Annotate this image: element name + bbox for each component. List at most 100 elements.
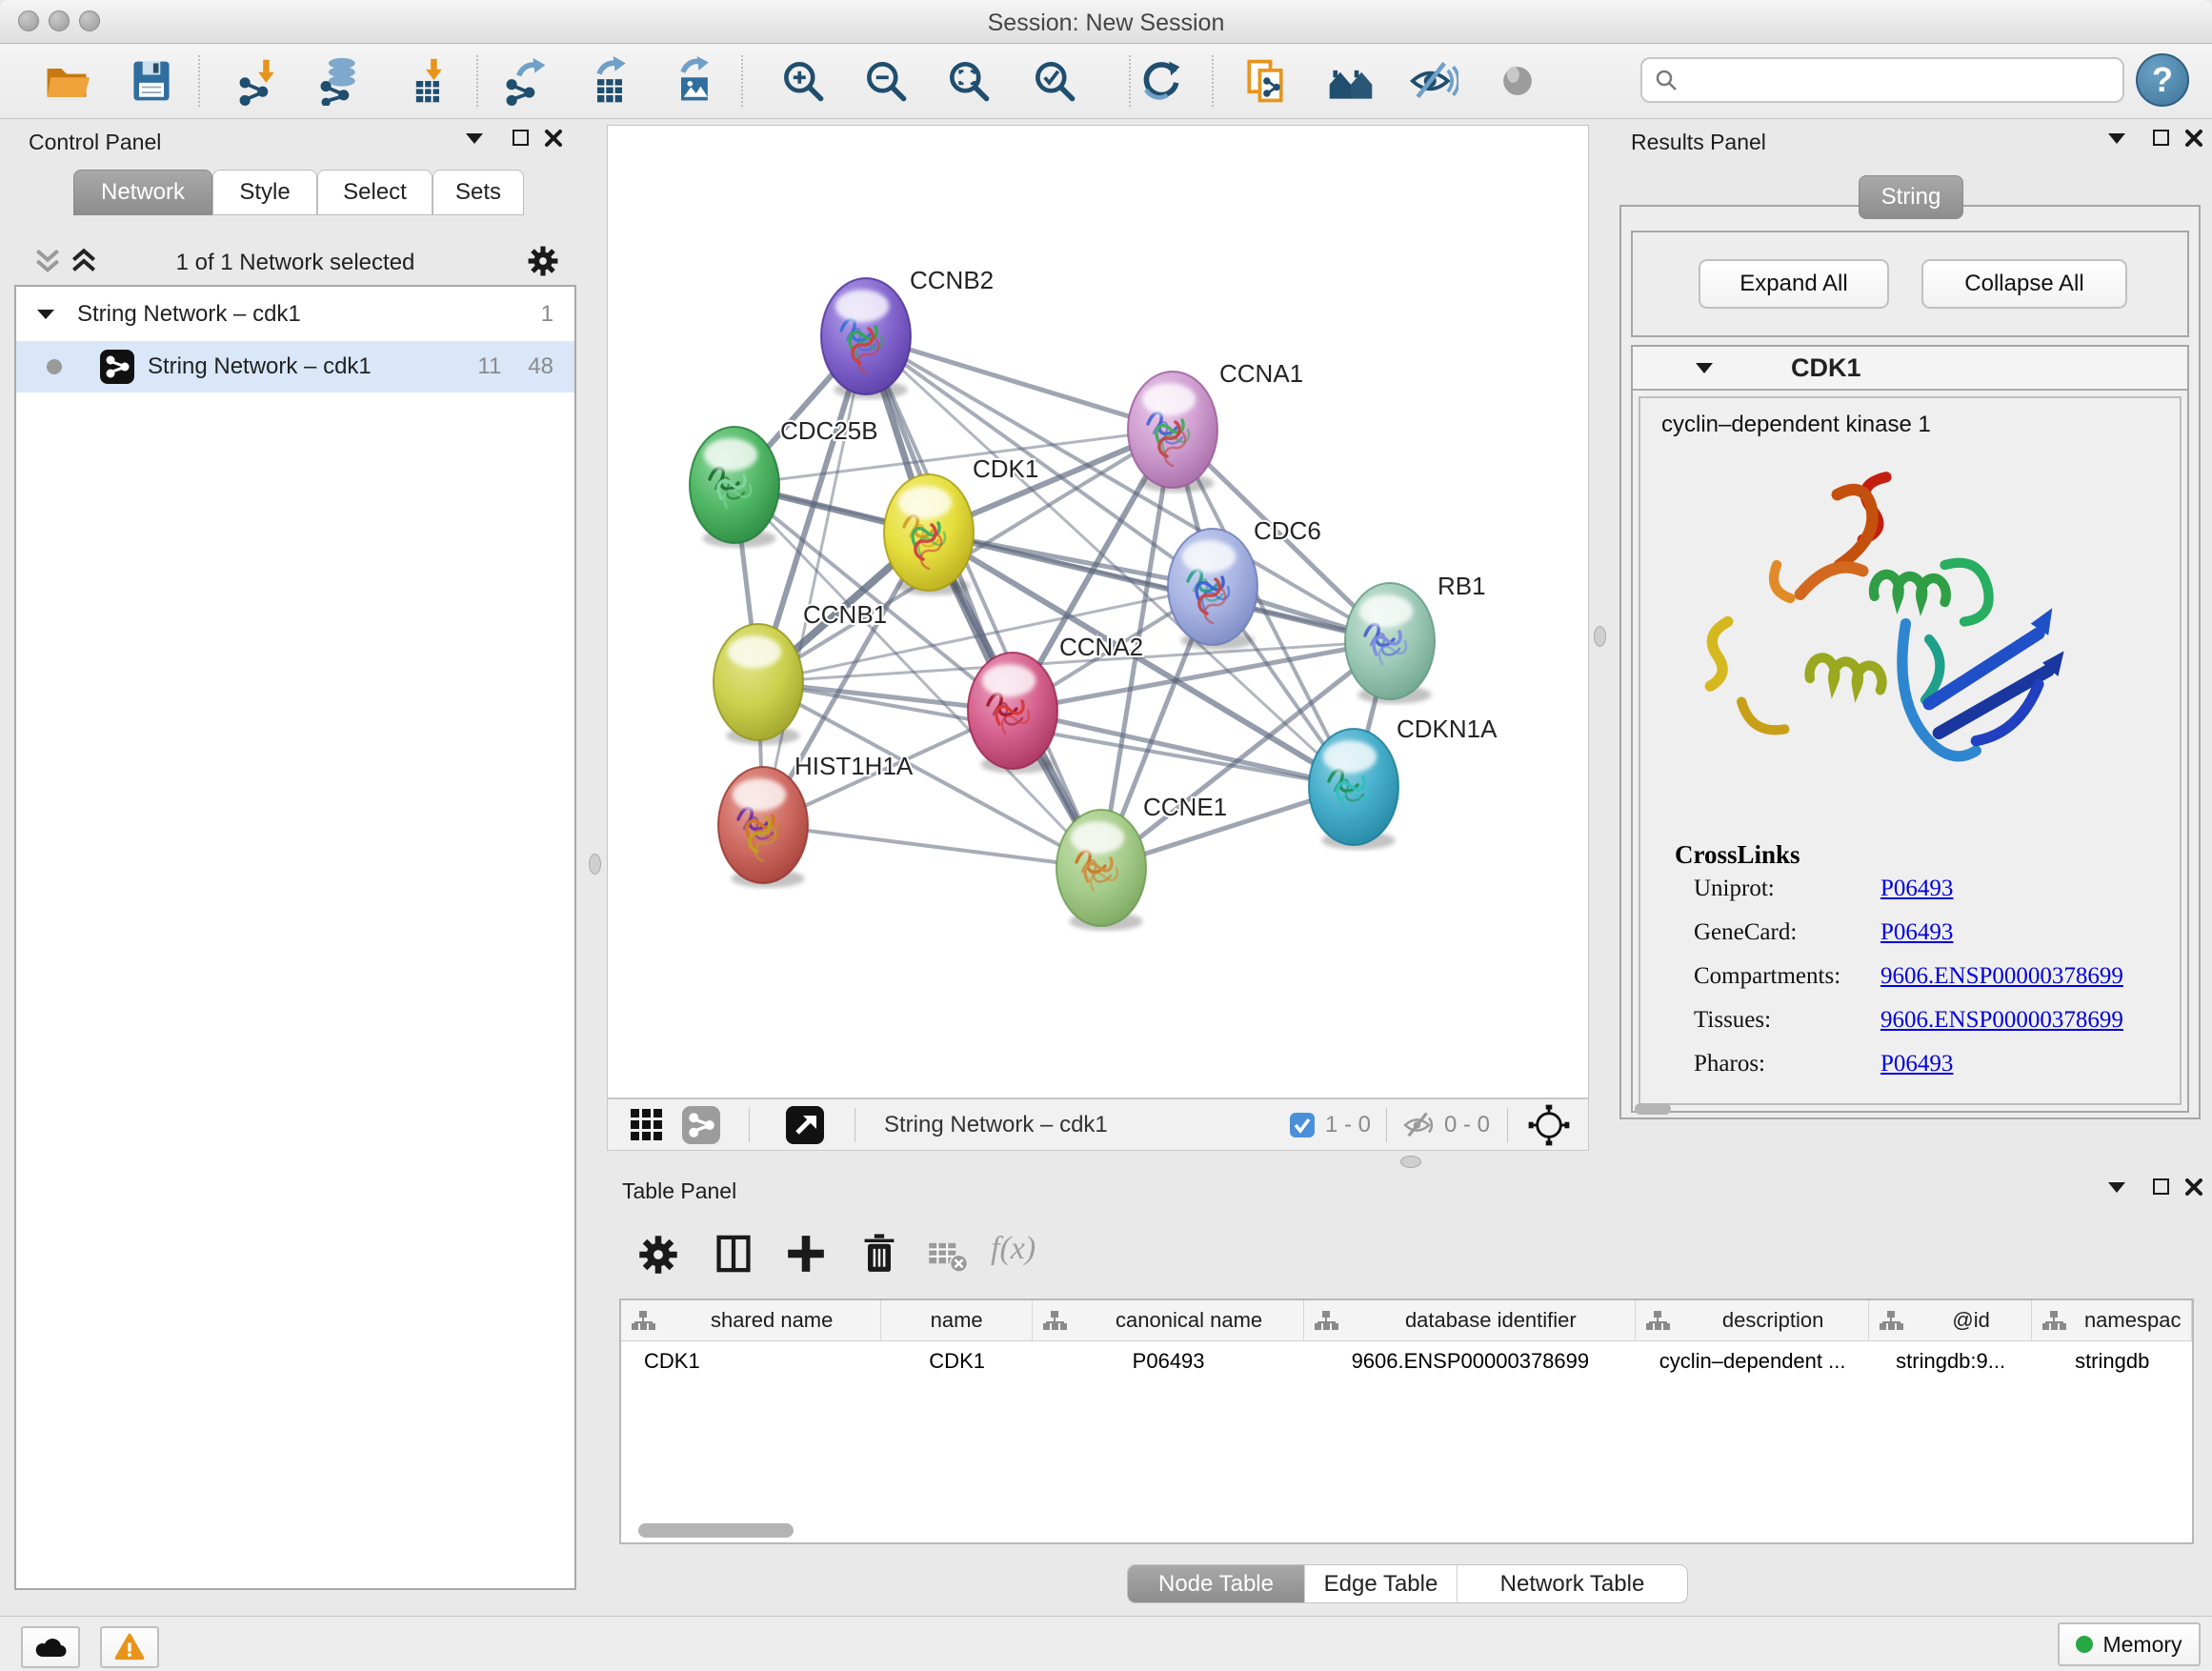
collapse-all-button[interactable]: Collapse All — [1921, 259, 2127, 309]
column-header-shared-name[interactable]: shared name — [621, 1300, 881, 1340]
zoom-out-icon[interactable] — [859, 54, 913, 108]
crosslink-link[interactable]: P06493 — [1880, 919, 1953, 946]
cell-canonical-name[interactable]: P06493 — [1033, 1341, 1304, 1381]
birds-eye-view-icon[interactable] — [786, 1106, 824, 1144]
create-column-icon[interactable] — [783, 1231, 829, 1277]
tab-select[interactable]: Select — [317, 170, 432, 215]
export-image-icon[interactable] — [667, 54, 720, 108]
show-all-icon[interactable] — [1491, 54, 1544, 108]
network-tree-row[interactable]: String Network – cdk1 11 48 — [16, 341, 574, 393]
column-header--id[interactable]: @id — [1869, 1300, 2033, 1340]
network-node-CCNB1[interactable]: CCNB1 — [714, 600, 887, 745]
tab-sets[interactable]: Sets — [432, 170, 524, 215]
left-splitter-handle[interactable] — [589, 854, 601, 875]
results-hscroll-thumb[interactable] — [1635, 1103, 1671, 1115]
search-field[interactable] — [1679, 61, 2122, 99]
column-header-canonical-name[interactable]: canonical name — [1033, 1300, 1304, 1340]
network-node-CDKN1A[interactable]: CDKN1A — [1309, 715, 1498, 850]
crosslink-row: Tissues:9606.ENSP00000378699 — [1694, 1007, 2180, 1051]
column-header-database-identifier[interactable]: database identifier — [1304, 1300, 1636, 1340]
table-options-gear-icon[interactable] — [636, 1233, 680, 1277]
warning-status-button[interactable] — [100, 1626, 159, 1668]
delete-column-icon[interactable] — [856, 1231, 902, 1277]
control-panel-close-icon[interactable] — [543, 128, 564, 149]
grid-view-icon[interactable] — [629, 1107, 665, 1143]
cloud-status-button[interactable] — [21, 1626, 80, 1668]
open-file-icon[interactable] — [40, 54, 93, 108]
cell-description[interactable]: cyclin–dependent ... — [1636, 1341, 1868, 1381]
node-label-RB1: RB1 — [1438, 572, 1486, 600]
results-panel-float-icon[interactable] — [2108, 133, 2125, 144]
crosslink-link[interactable]: 9606.ENSP00000378699 — [1880, 963, 2123, 990]
network-collection-row[interactable]: String Network – cdk1 1 — [16, 292, 574, 337]
save-session-icon[interactable] — [125, 54, 178, 108]
bottom-splitter-handle[interactable] — [1400, 1156, 1421, 1168]
network-node-CCNE1[interactable]: CCNE1 — [1056, 793, 1227, 931]
expand-all-button[interactable]: Expand All — [1699, 259, 1889, 309]
network-node-RB1[interactable]: RB1 — [1345, 572, 1486, 704]
network-share-icon[interactable] — [682, 1106, 720, 1144]
selected-checkbox-icon[interactable] — [1289, 1112, 1316, 1138]
hide-selected-icon[interactable] — [1407, 54, 1460, 108]
zoom-fit-icon[interactable] — [942, 54, 995, 108]
tab-string[interactable]: String — [1859, 175, 1963, 219]
search-input[interactable] — [1640, 57, 2124, 103]
button-label: Expand All — [1739, 271, 1847, 297]
right-splitter-handle[interactable] — [1594, 626, 1606, 647]
cell-name[interactable]: CDK1 — [881, 1341, 1033, 1381]
import-network-database-icon[interactable] — [313, 54, 367, 108]
collection-count: 1 — [541, 301, 553, 328]
cell--id[interactable]: stringdb:9... — [1869, 1341, 2033, 1381]
export-network-icon[interactable] — [499, 54, 553, 108]
network-canvas[interactable]: CCNB2CCNA1CDC25BCDK1CDC6RB1CCNB1CCNA2CDK… — [607, 125, 1589, 1098]
export-table-icon[interactable] — [583, 54, 636, 108]
collection-expand-icon[interactable] — [37, 310, 54, 319]
collapse-all-networks-icon[interactable] — [32, 246, 63, 276]
table-hscroll-thumb[interactable] — [638, 1523, 794, 1538]
zoom-selected-icon[interactable] — [1028, 54, 1081, 108]
crosslink-row: Compartments:9606.ENSP00000378699 — [1694, 963, 2180, 1007]
cell-namespac[interactable]: stringdb — [2032, 1341, 2192, 1381]
cell-shared-name[interactable]: CDK1 — [621, 1341, 881, 1381]
table-panel-float-icon[interactable] — [2108, 1182, 2125, 1193]
network-node-HIST1H1A[interactable]: HIST1H1A — [718, 752, 914, 888]
import-network-file-icon[interactable] — [232, 54, 286, 108]
network-node-CDC25B[interactable]: CDC25B — [690, 416, 878, 548]
crosslink-link[interactable]: P06493 — [1880, 1051, 1953, 1077]
results-panel-maximize-icon[interactable] — [2153, 130, 2169, 146]
table-row[interactable]: CDK1CDK1P064939606.ENSP00000378699cyclin… — [621, 1341, 2192, 1381]
help-button[interactable]: ? — [2136, 53, 2189, 107]
crosslink-link[interactable]: 9606.ENSP00000378699 — [1880, 1007, 2123, 1034]
show-columns-icon[interactable] — [711, 1231, 756, 1277]
table-panel-close-icon[interactable] — [2183, 1177, 2204, 1198]
zoom-in-icon[interactable] — [776, 54, 830, 108]
node-table: shared namename canonical namedatabase id… — [619, 1299, 2194, 1544]
column-header-namespac[interactable]: namespac — [2032, 1300, 2192, 1340]
crosslink-link[interactable]: P06493 — [1880, 876, 1953, 902]
first-neighbors-icon[interactable] — [1324, 54, 1377, 108]
column-label: canonical name — [1075, 1308, 1303, 1333]
clone-network-icon[interactable] — [1238, 54, 1292, 108]
column-header-name[interactable]: name — [881, 1300, 1033, 1340]
tab-edge-table[interactable]: Edge Table — [1305, 1565, 1458, 1602]
expand-all-networks-icon[interactable] — [69, 246, 99, 276]
tab-style[interactable]: Style — [212, 170, 317, 215]
tab-network[interactable]: Network — [73, 170, 212, 215]
apply-preferred-layout-icon[interactable] — [1134, 54, 1187, 108]
control-panel-maximize-icon[interactable] — [513, 130, 529, 146]
control-panel-float-icon[interactable] — [466, 133, 483, 144]
network-options-gear-icon[interactable] — [526, 244, 560, 278]
column-header-description[interactable]: description — [1636, 1300, 1868, 1340]
cell-database-identifier[interactable]: 9606.ENSP00000378699 — [1304, 1341, 1636, 1381]
memory-button[interactable]: Memory — [2058, 1622, 2201, 1666]
pan-crosshair-icon[interactable] — [1527, 1103, 1571, 1147]
network-node-CCNB2[interactable]: CCNB2 — [821, 266, 994, 399]
column-label: namespac — [2074, 1308, 2191, 1333]
tab-node-table[interactable]: Node Table — [1128, 1565, 1305, 1602]
import-table-file-icon[interactable] — [400, 54, 453, 108]
tab-network-table[interactable]: Network Table — [1458, 1565, 1687, 1602]
section-collapse-icon[interactable] — [1696, 363, 1713, 373]
table-panel-maximize-icon[interactable] — [2153, 1178, 2169, 1195]
results-panel-close-icon[interactable] — [2183, 128, 2204, 149]
gene-section-header[interactable]: CDK1 — [1633, 347, 2187, 391]
